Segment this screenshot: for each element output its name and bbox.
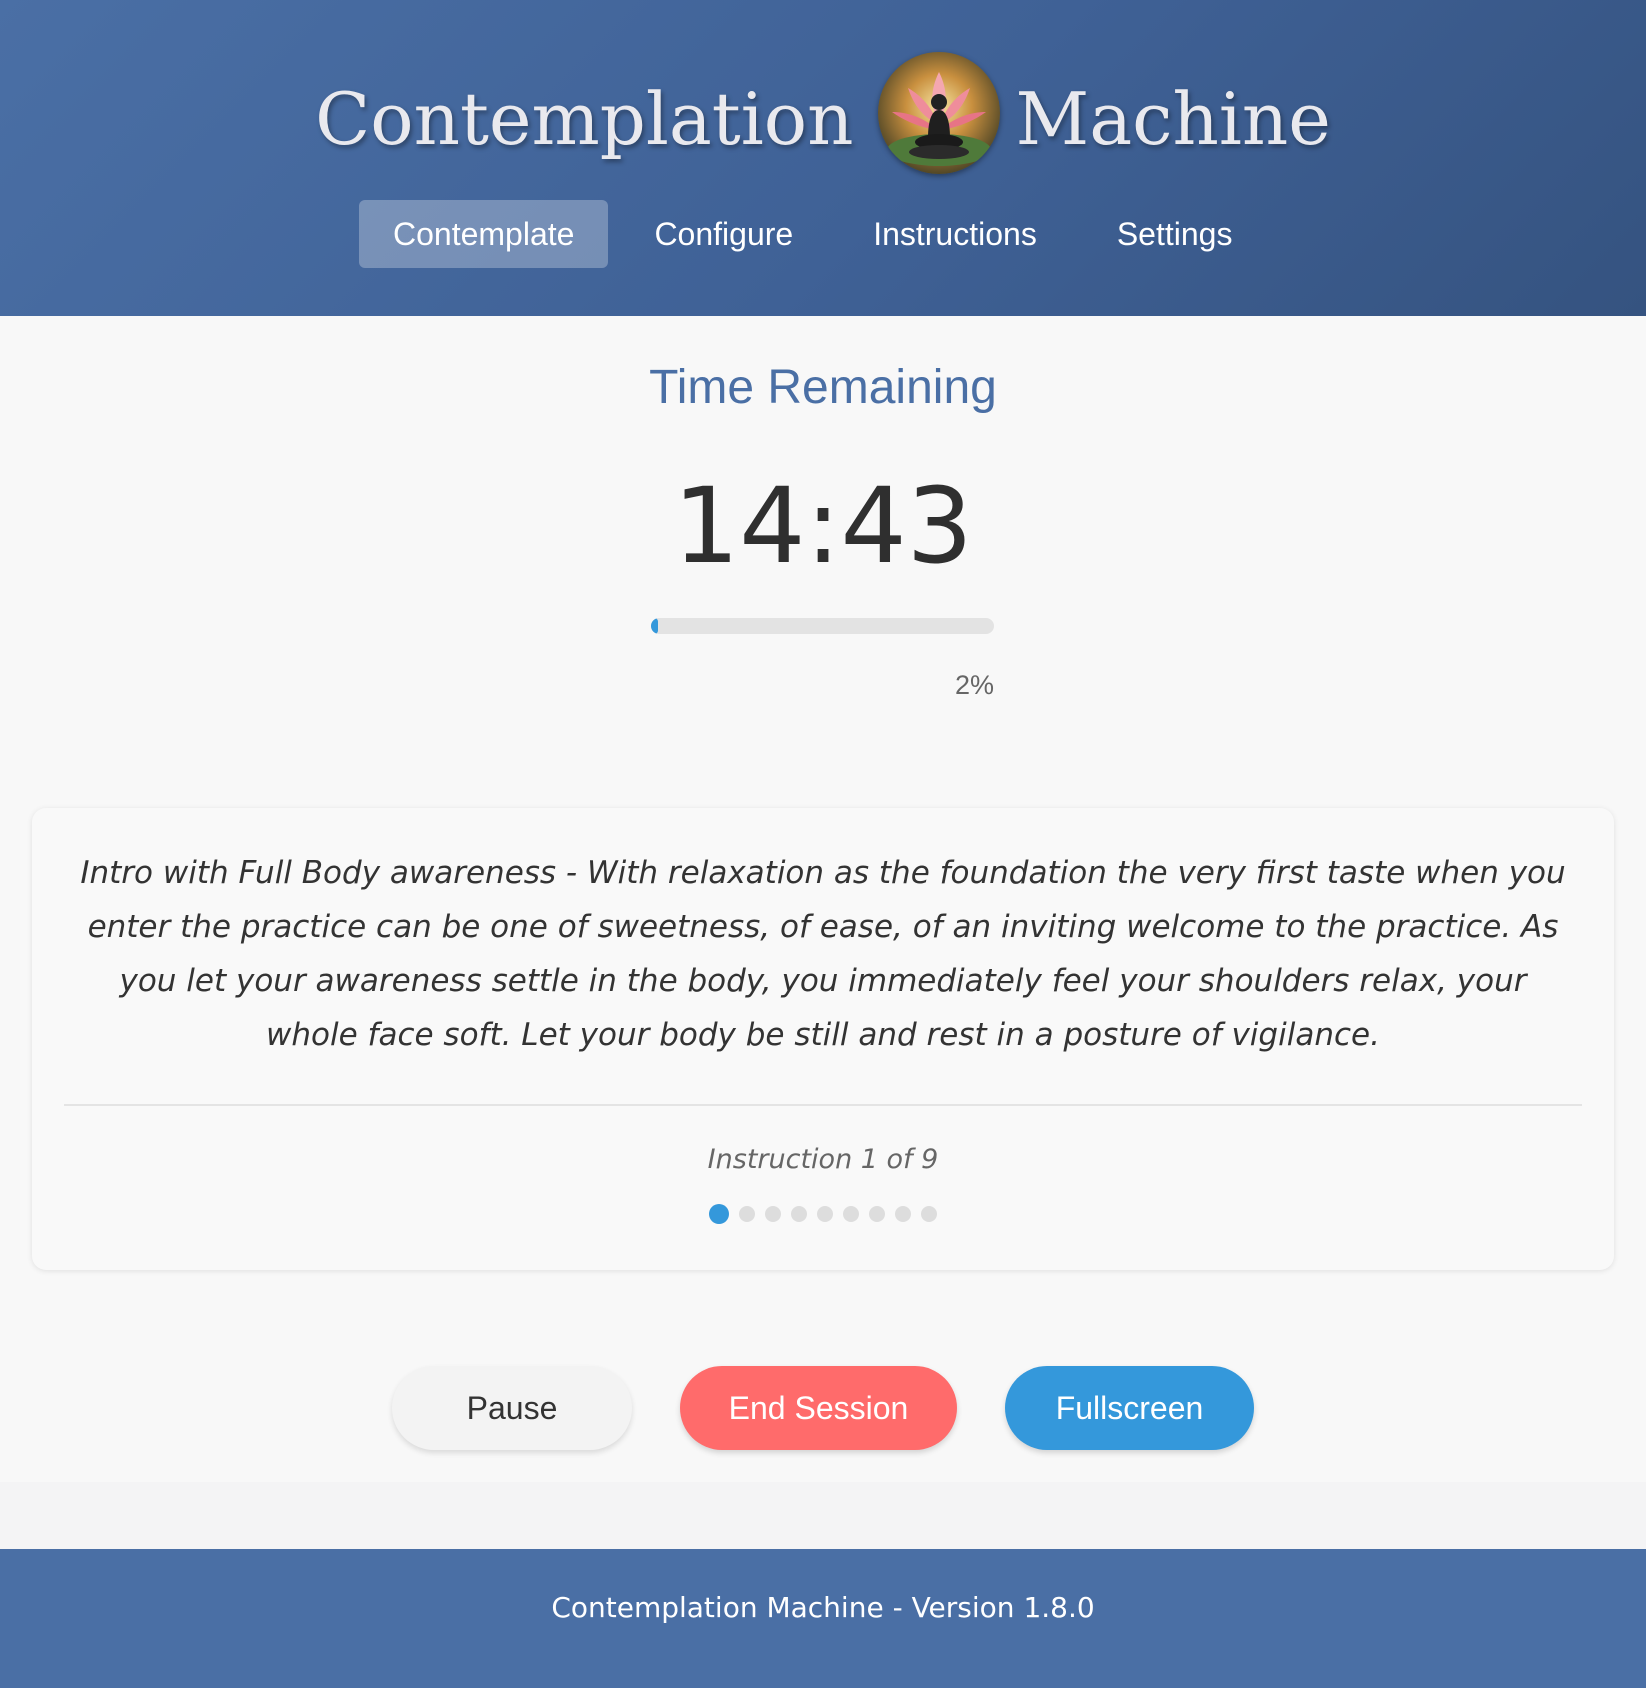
instruction-text: Intro with Full Body awareness - With re… [80,855,1566,1053]
tab-configure[interactable]: Configure [620,200,827,268]
tab-instructions[interactable]: Instructions [839,200,1071,268]
app-title: Contemplation Machine [0,52,1646,180]
instruction-dot[interactable] [817,1206,833,1222]
progress-percent: 2% [954,670,994,700]
app-header: Contemplation Machine Contemplate Config… [0,0,1646,316]
instruction-dot[interactable] [869,1206,885,1222]
instruction-card: Intro with Full Body awareness - With re… [32,808,1614,1270]
instruction-dot[interactable] [843,1206,859,1222]
lotus-buddha-icon [877,52,1000,174]
instruction-dot-active[interactable] [709,1204,729,1224]
instruction-dot[interactable] [791,1206,807,1222]
fullscreen-button[interactable]: Fullscreen [1005,1366,1254,1450]
tab-settings[interactable]: Settings [1083,200,1267,268]
tab-contemplate[interactable]: Contemplate [359,200,609,268]
instruction-dot[interactable] [895,1206,911,1222]
progress-bar [651,618,994,634]
instruction-progress-dots [32,1204,1614,1224]
pause-button[interactable]: Pause [392,1366,632,1450]
main-nav: Contemplate Configure Instructions Setti… [359,200,1278,268]
progress-bar-fill [651,618,658,634]
contemplate-panel: Time Remaining 14:43 2% Intro with Full … [0,316,1646,1482]
timer-display: 14:43 [673,465,973,587]
divider [64,1104,1582,1106]
end-session-button[interactable]: End Session [680,1366,957,1450]
instruction-dot[interactable] [921,1206,937,1222]
title-left-text: Contemplation [315,77,854,161]
instruction-dot[interactable] [739,1206,755,1222]
title-right-text: Machine [1015,77,1331,161]
instruction-counter: Instruction 1 of 9 [707,1144,939,1175]
instruction-dot[interactable] [765,1206,781,1222]
time-remaining-label: Time Remaining [649,361,997,414]
app-footer: Contemplation Machine - Version 1.8.0 [0,1549,1646,1688]
footer-version-text: Contemplation Machine - Version 1.8.0 [551,1591,1095,1624]
